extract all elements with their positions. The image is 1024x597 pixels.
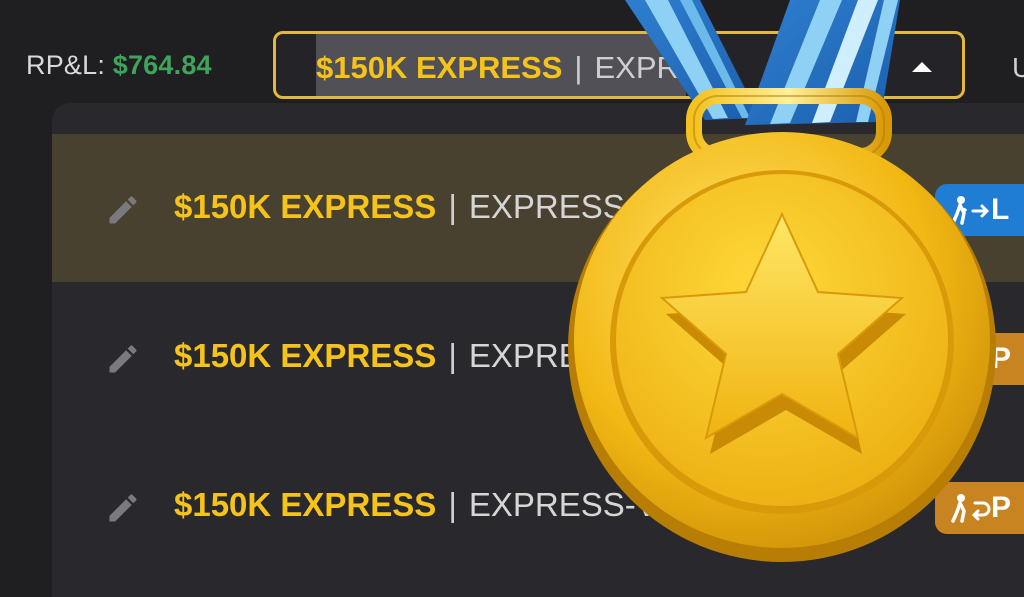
account-name: $150K EXPRESS — [174, 486, 437, 523]
pencil-icon[interactable] — [105, 192, 141, 228]
account-option-text: $150K EXPRESS | EXPRESS — [174, 337, 625, 375]
realized-pnl: RP&L: $764.84 — [26, 50, 212, 81]
rpl-label: RP&L: — [26, 50, 106, 80]
separator: | — [448, 188, 457, 225]
rpl-value: $764.84 — [112, 50, 212, 80]
separator: | — [448, 486, 457, 523]
pencil-icon[interactable] — [105, 490, 141, 526]
separator: | — [448, 337, 457, 374]
pencil-icon[interactable] — [105, 341, 141, 377]
gold-medal-icon — [568, 0, 996, 562]
selected-account-name: $150K EXPRESS — [316, 50, 563, 85]
account-name: $150K EXPRESS — [174, 337, 437, 374]
trading-account-screen: RP&L: $764.84 $150K EXPRESS | EXPR U $150K… — [0, 0, 1024, 597]
account-name: $150K EXPRESS — [174, 188, 437, 225]
